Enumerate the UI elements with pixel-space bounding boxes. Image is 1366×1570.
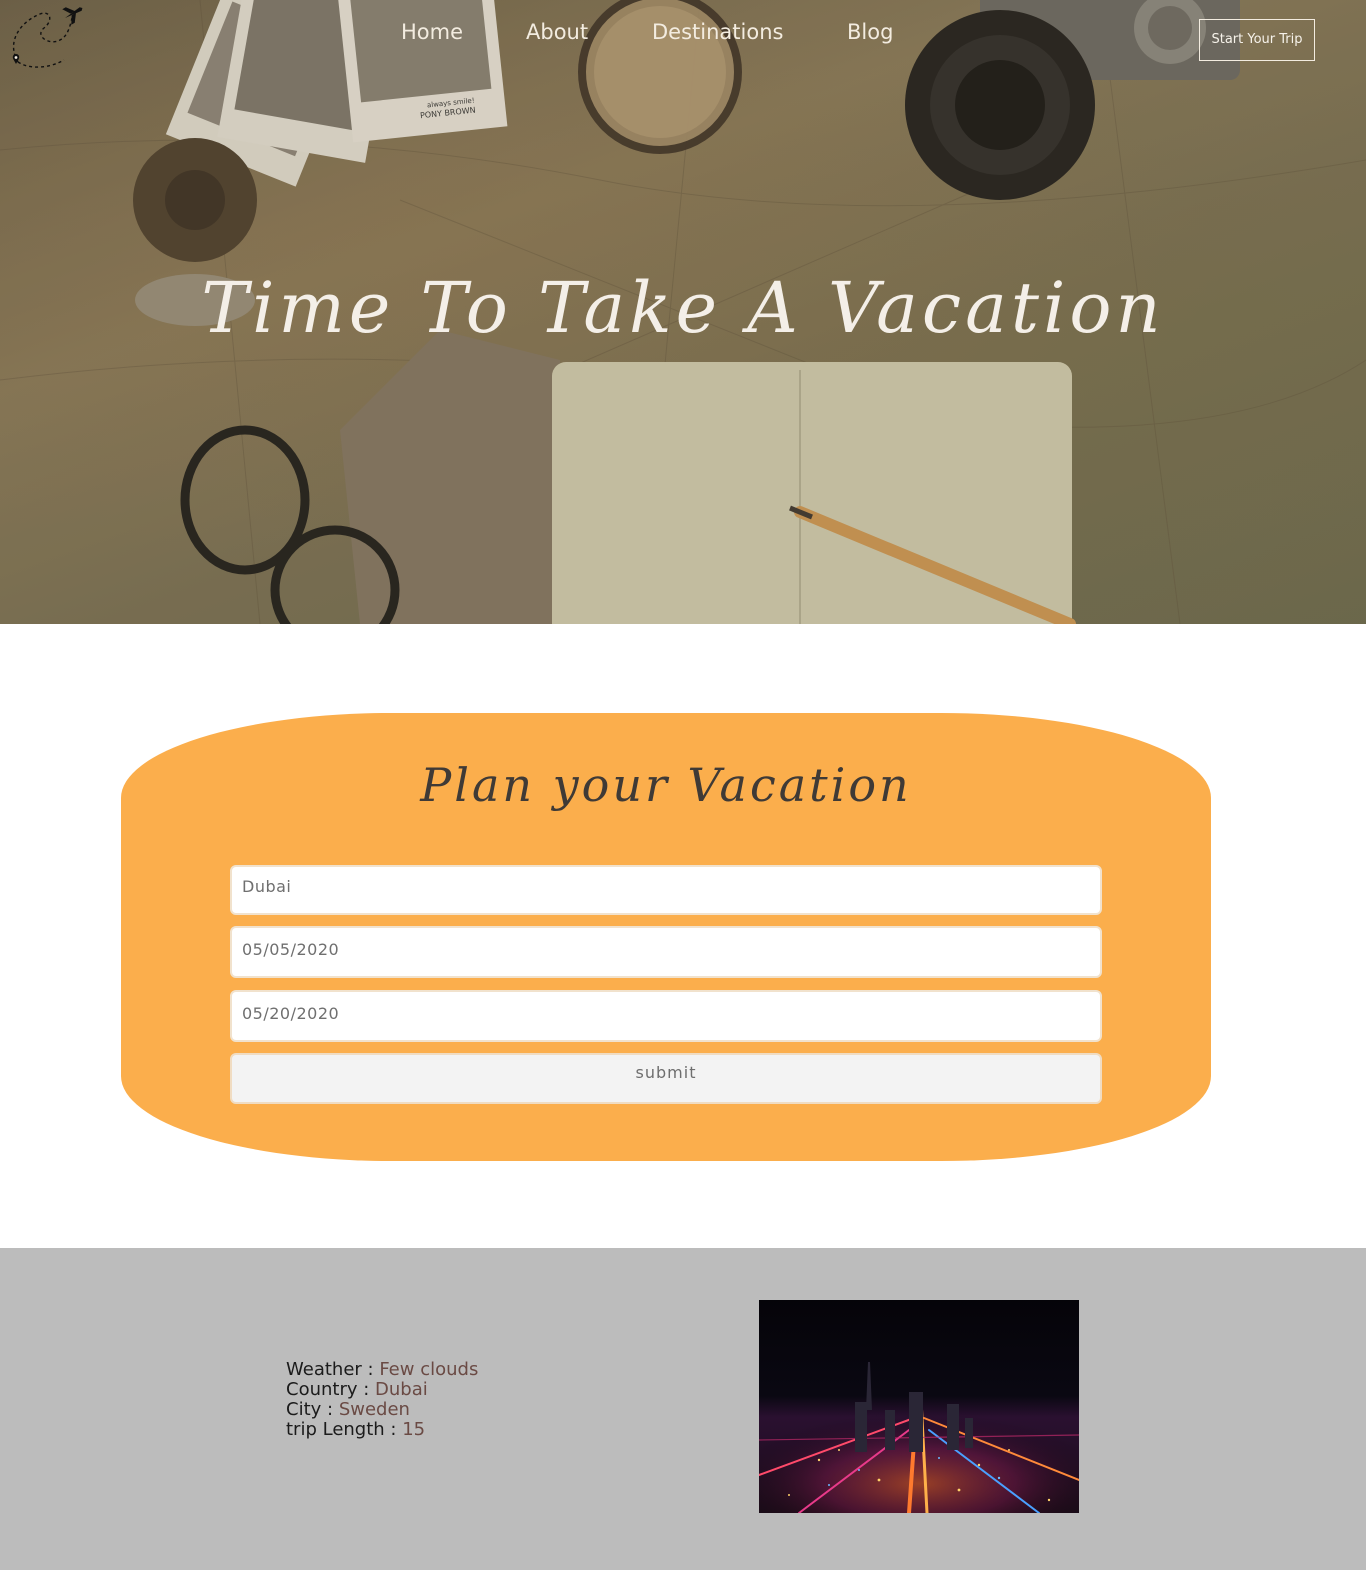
start-date-field[interactable] xyxy=(230,926,1102,978)
country-row: Country : Dubai xyxy=(286,1380,478,1400)
trip-length-value: 15 xyxy=(402,1419,426,1440)
submit-button[interactable]: submit xyxy=(230,1053,1102,1104)
plan-title: Plan your Vacation xyxy=(420,758,912,812)
start-date-input[interactable] xyxy=(242,928,1090,970)
city-row: City : Sweden xyxy=(286,1400,478,1420)
country-label: Country : xyxy=(286,1379,370,1400)
nav-link-destinations[interactable]: Destinations xyxy=(652,18,783,46)
nav-link-blog[interactable]: Blog xyxy=(847,18,893,46)
main-navigation: Home About Destinations Blog xyxy=(0,18,1366,50)
hero-title: Time To Take A Vacation xyxy=(201,267,1165,349)
city-label: City : xyxy=(286,1399,334,1420)
city-value: Sweden xyxy=(338,1399,410,1420)
weather-row: Weather : Few clouds xyxy=(286,1360,478,1380)
nav-link-home[interactable]: Home xyxy=(401,18,463,46)
destination-field[interactable] xyxy=(230,865,1102,915)
destination-input[interactable] xyxy=(242,867,1090,905)
weather-label: Weather : xyxy=(286,1359,374,1380)
end-date-input[interactable] xyxy=(242,992,1090,1034)
end-date-field[interactable] xyxy=(230,990,1102,1042)
trip-length-row: trip Length : 15 xyxy=(286,1420,478,1440)
nav-link-about[interactable]: About xyxy=(526,18,588,46)
hero-section: always smile! PONY BROWN Home About Dest… xyxy=(0,0,1366,624)
weather-value: Few clouds xyxy=(379,1359,479,1380)
start-your-trip-button[interactable]: Start Your Trip xyxy=(1199,19,1315,61)
trip-results-section: Weather : Few clouds Country : Dubai Cit… xyxy=(0,1248,1366,1570)
destination-photo xyxy=(759,1300,1079,1513)
plan-vacation-form: Plan your Vacation submit xyxy=(121,713,1211,1161)
trip-length-label: trip Length : xyxy=(286,1419,397,1440)
country-value: Dubai xyxy=(375,1379,428,1400)
trip-info: Weather : Few clouds Country : Dubai Cit… xyxy=(286,1360,478,1440)
